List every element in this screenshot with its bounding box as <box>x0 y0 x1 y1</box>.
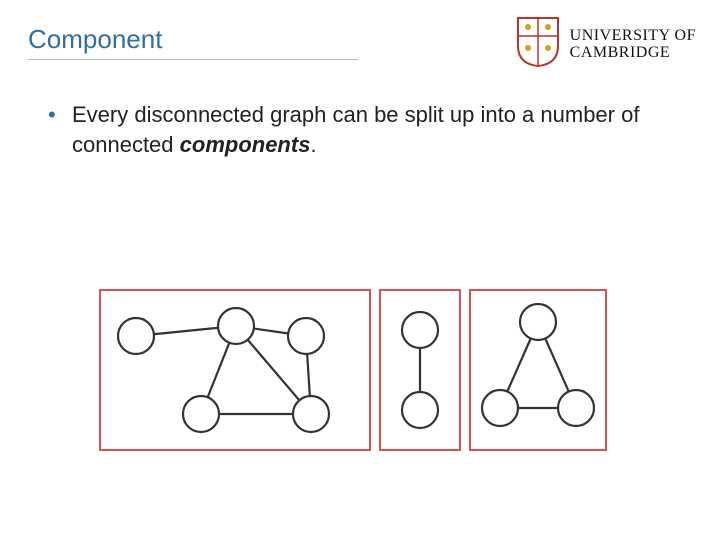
bullet-text-suffix: . <box>310 132 316 157</box>
bullet-text-prefix: Every disconnected graph can be split up… <box>72 102 639 157</box>
slide-body: Every disconnected graph can be split up… <box>48 100 680 159</box>
slide-title: Component <box>28 24 358 60</box>
bullet-item: Every disconnected graph can be split up… <box>48 100 680 159</box>
university-line1: UNIVERSITY OF <box>570 28 696 45</box>
bullet-text-emph: components <box>180 132 311 157</box>
graph-figure <box>96 286 616 461</box>
slide: Component UNIVERSITY OF CAMBRIDGE Every … <box>0 0 720 540</box>
university-name: UNIVERSITY OF CAMBRIDGE <box>570 28 696 62</box>
university-line2: CAMBRIDGE <box>570 45 696 62</box>
university-logo: UNIVERSITY OF CAMBRIDGE <box>516 16 696 73</box>
crest-icon <box>516 16 560 73</box>
